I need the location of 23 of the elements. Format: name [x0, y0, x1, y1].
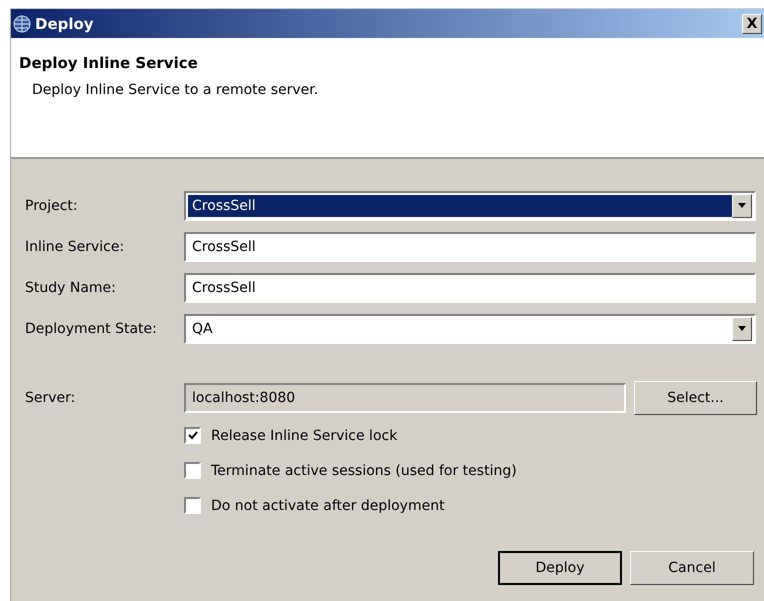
checkbox[interactable]: [184, 497, 201, 514]
header-description: Deploy Inline Service to a remote server.: [32, 82, 320, 98]
input-field[interactable]: CrossSell: [184, 272, 756, 302]
dropdown-field[interactable]: QA: [184, 314, 756, 344]
globe-icon: [13, 14, 31, 32]
checkbox-label: Terminate active sessions (used for testing): [211, 462, 517, 478]
field-label: Inline Service:: [25, 238, 126, 254]
checkmark-icon: [188, 431, 198, 440]
dialog-button[interactable]: Cancel: [630, 551, 754, 585]
field-label: Server:: [25, 390, 76, 406]
input-field[interactable]: CrossSell: [184, 232, 756, 262]
field-label: Study Name:: [25, 280, 117, 296]
close-button[interactable]: X: [742, 14, 762, 34]
checkbox[interactable]: [184, 427, 201, 444]
checkbox[interactable]: [184, 462, 201, 479]
field-label: Project:: [25, 198, 79, 214]
checkbox-label: Release Inline Service lock: [211, 428, 398, 444]
window-title: Deploy: [35, 14, 95, 32]
checkbox-label: Do not activate after deployment: [211, 498, 445, 514]
header-title: Deploy Inline Service: [19, 54, 199, 72]
dropdown-field[interactable]: CrossSell: [184, 190, 756, 220]
dialog-button[interactable]: Deploy: [498, 551, 622, 585]
field-label: Deployment State:: [25, 320, 158, 336]
